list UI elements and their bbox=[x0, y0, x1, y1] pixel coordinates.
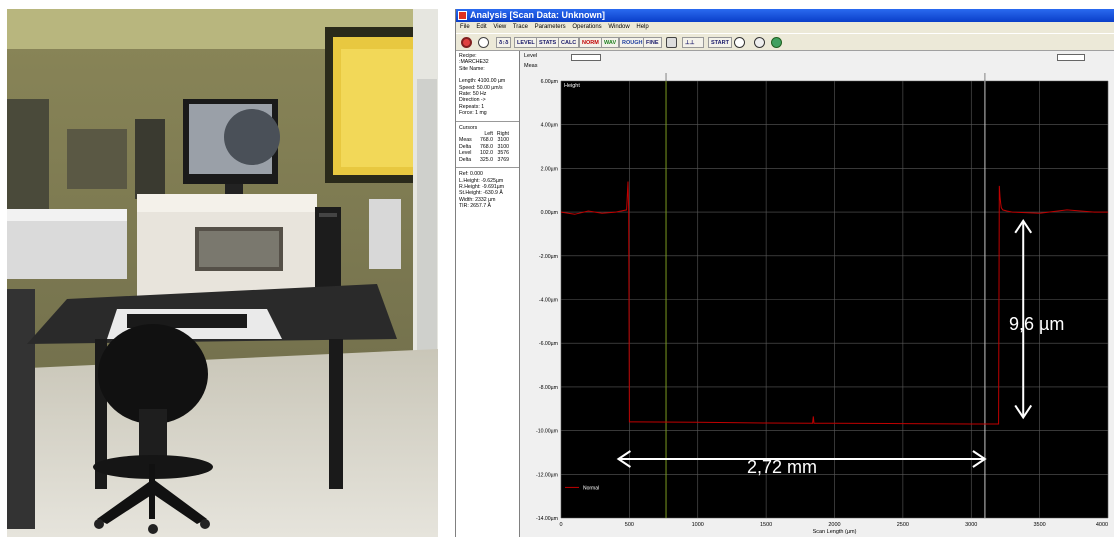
y-tick-label: 2.00µm bbox=[541, 166, 558, 172]
legend-label: Normal bbox=[583, 485, 599, 491]
tir-value: TIR: 2657.7 Å bbox=[459, 203, 492, 210]
y-tick-label: -8.00µm bbox=[539, 385, 558, 391]
y-tick-label: 6.00µm bbox=[541, 79, 558, 85]
app-icon bbox=[458, 11, 467, 20]
cursor-row-name: Delta bbox=[459, 156, 472, 163]
cursor-row-left: 325.0 bbox=[480, 156, 493, 163]
x-tick-label: 2500 bbox=[897, 522, 909, 528]
menu-parameters[interactable]: Parameters bbox=[535, 24, 566, 30]
toolbar: δ↕δ LEVEL STATS CALC NORM WAV ROUGH FINE… bbox=[456, 33, 1114, 51]
menu-trace[interactable]: Trace bbox=[513, 24, 528, 30]
y-tick-label: -10.00µm bbox=[536, 429, 558, 435]
x-tick-label: 3000 bbox=[965, 522, 977, 528]
x-tick-label: 2000 bbox=[828, 522, 840, 528]
y-tick-label: 0.00µm bbox=[541, 210, 558, 216]
menu-view[interactable]: View bbox=[493, 24, 506, 30]
view-icon[interactable] bbox=[734, 37, 745, 48]
y-tick-label: -14.00µm bbox=[536, 516, 558, 522]
cursor-bar[interactable]: Level Meas bbox=[520, 51, 1114, 74]
menu-bar: File Edit View Trace Parameters Operatio… bbox=[456, 22, 1114, 33]
meas-label: Meas bbox=[524, 63, 538, 69]
x-tick-label: 3500 bbox=[1034, 522, 1046, 528]
y-tick-label: -12.00µm bbox=[536, 472, 558, 478]
y-tick-label: -4.00µm bbox=[539, 298, 558, 304]
scale-icon[interactable]: ⊥⊥ bbox=[682, 37, 704, 48]
y-tick-label: -6.00µm bbox=[539, 341, 558, 347]
stats-button[interactable]: STATS bbox=[536, 37, 560, 48]
reset-icon[interactable] bbox=[754, 37, 765, 48]
menu-edit[interactable]: Edit bbox=[476, 24, 486, 30]
x-tick-label: 500 bbox=[625, 522, 634, 528]
cursor-row-right: 3769 bbox=[497, 156, 509, 163]
width-annotation: 2,72 mm bbox=[747, 457, 818, 477]
level-cursor-box-right[interactable] bbox=[1057, 54, 1085, 61]
level-button[interactable]: LEVEL bbox=[514, 37, 538, 48]
menu-operations[interactable]: Operations bbox=[572, 24, 601, 30]
y-tick-label: 4.00µm bbox=[541, 123, 558, 129]
level-label: Level bbox=[524, 53, 538, 59]
profilometer-station-photo bbox=[7, 9, 438, 537]
cursors-block: Cursors Left Right Meas 768.0 3100 Delta… bbox=[459, 125, 516, 163]
stage-icon[interactable] bbox=[771, 37, 782, 48]
zoom-icon[interactable] bbox=[478, 37, 489, 48]
y-axis-label: Height bbox=[564, 83, 580, 89]
info-panel: Recipe: :MARCHE32 Site Name: Length: 410… bbox=[456, 51, 520, 537]
results-block: Ref: 0.000 L.Height: -9.625µm R.Height: … bbox=[459, 171, 516, 209]
stop-icon[interactable] bbox=[461, 37, 472, 48]
cursor-row: Delta 325.0 3769 bbox=[459, 157, 516, 163]
menu-help[interactable]: Help bbox=[636, 24, 648, 30]
menu-file[interactable]: File bbox=[460, 24, 470, 30]
x-tick-label: 4000 bbox=[1096, 522, 1108, 528]
start-button[interactable]: START bbox=[708, 37, 732, 48]
wav-button[interactable]: WAV bbox=[601, 37, 620, 48]
x-tick-label: 1000 bbox=[692, 522, 704, 528]
level-cursor-box-left[interactable] bbox=[571, 54, 601, 61]
force: Force: 1 mg bbox=[459, 110, 487, 117]
fine-button[interactable]: FINE bbox=[643, 37, 662, 48]
x-axis-label: Scan Length (µm) bbox=[813, 529, 857, 535]
window-title: Analysis [Scan Data: Unknown] bbox=[470, 10, 606, 20]
title-bar[interactable]: Analysis [Scan Data: Unknown] bbox=[456, 9, 1114, 22]
norm-button[interactable]: NORM bbox=[579, 37, 602, 48]
step-height-annotation: 9,6 µm bbox=[1009, 314, 1065, 334]
menu-window[interactable]: Window bbox=[608, 24, 629, 30]
lab-photo bbox=[7, 9, 438, 537]
rough-button[interactable]: ROUGH bbox=[619, 37, 646, 48]
print-icon[interactable] bbox=[666, 37, 677, 48]
x-tick-label: 0 bbox=[559, 522, 562, 528]
calc-button[interactable]: CALC bbox=[558, 37, 580, 48]
cursor-tool-icon[interactable]: δ↕δ bbox=[496, 37, 512, 48]
y-tick-label: -2.00µm bbox=[539, 254, 558, 260]
recipe-block: Recipe: :MARCHE32 Site Name: Length: 410… bbox=[459, 53, 516, 117]
x-tick-label: 1500 bbox=[760, 522, 772, 528]
